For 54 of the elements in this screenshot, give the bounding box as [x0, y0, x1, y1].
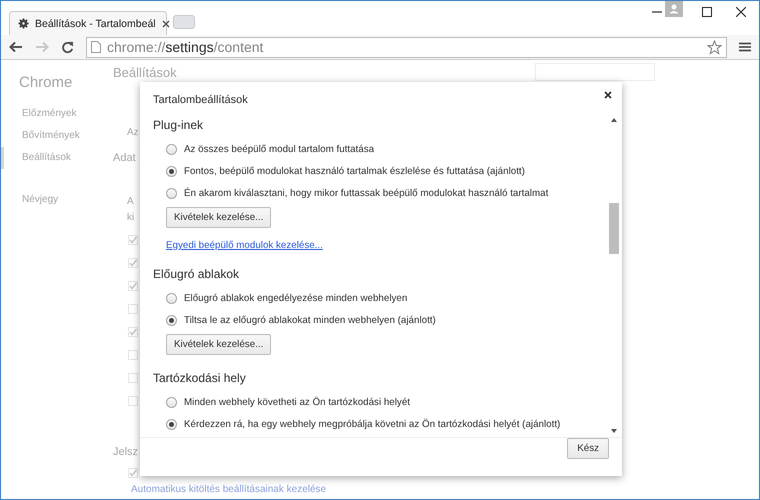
manage-exceptions-button[interactable]: Kivételek kezelése... — [166, 334, 272, 355]
scroll-up-arrow-icon[interactable] — [611, 118, 617, 122]
reload-icon[interactable] — [61, 40, 74, 54]
radio-button[interactable] — [166, 396, 177, 408]
dialog-title: Tartalombeállítások — [153, 94, 248, 106]
checkbox[interactable] — [128, 281, 138, 291]
browser-tab[interactable]: Beállítások - Tartalombeál — [9, 11, 167, 35]
page-heading: Beállítások — [113, 64, 177, 80]
option-label: Az összes beépülő modul tartalom futtatása — [184, 144, 374, 154]
address-bar[interactable]: chrome://settings/content — [86, 36, 727, 58]
checkbox[interactable] — [128, 396, 138, 406]
star-icon[interactable] — [707, 40, 722, 54]
gear-icon — [18, 18, 29, 29]
back-arrow-icon[interactable] — [9, 41, 23, 53]
close-icon[interactable] — [604, 91, 612, 99]
checkbox[interactable] — [128, 350, 138, 360]
checkbox[interactable] — [128, 468, 138, 478]
radio-button[interactable] — [166, 314, 177, 326]
section-heading: Jelsz — [113, 446, 138, 458]
scroll-down-arrow-icon[interactable] — [611, 429, 617, 433]
checkbox[interactable] — [128, 258, 138, 268]
option-label: Kérdezzen rá, ha egy webhely megpróbálja követni az Ön tartózkodási helyét (ajánlott) — [184, 418, 560, 430]
checkbox[interactable] — [128, 304, 138, 314]
scrollbar-thumb[interactable] — [609, 203, 619, 254]
radio-button[interactable] — [166, 292, 177, 304]
close-icon[interactable] — [736, 7, 746, 17]
radio-button[interactable] — [166, 166, 177, 176]
text-fragment: ki — [127, 212, 134, 223]
checkbox[interactable] — [128, 373, 138, 383]
option-label: Tiltsa le az előugró ablakokat minden webhelyen (ajánlott) — [184, 314, 436, 326]
section-title: Előugró ablakok — [153, 267, 240, 281]
text-fragment: A — [127, 196, 134, 207]
radio-button[interactable] — [166, 144, 177, 154]
option-label: Fontos, beépülő modulokat használó tartalmak észlelése és futtatása (ajánlott) — [184, 166, 525, 176]
section-title: Tartózkodási hely — [153, 371, 247, 385]
checkbox[interactable] — [128, 235, 138, 245]
maximize-icon[interactable] — [702, 7, 712, 17]
section-title: Plug-inek — [153, 118, 204, 132]
text-fragment: Az — [127, 127, 139, 138]
option-label: Előugró ablakok engedélyezése minden webhelyen — [184, 292, 408, 304]
close-icon[interactable] — [162, 20, 170, 28]
menu-icon[interactable] — [739, 42, 751, 52]
manage-exceptions-button[interactable]: Kivételek kezelése... — [166, 207, 272, 228]
page-icon — [91, 41, 101, 53]
brand-title: Chrome — [18, 74, 74, 91]
done-button[interactable]: Kész — [567, 438, 609, 459]
option-label: Én akarom kiválasztani, hogy mikor futtassak beépülő modulokat használó tartalmat — [184, 188, 548, 198]
section-heading: Adat — [113, 152, 136, 164]
radio-button[interactable] — [166, 418, 177, 430]
checkbox[interactable] — [128, 327, 138, 337]
radio-button[interactable] — [166, 188, 177, 198]
option-label: Minden webhely követheti az Ön tartózkodási helyét — [184, 396, 410, 408]
plugin-management-link[interactable]: Egyedi beépülő modulok kezelése... — [166, 240, 323, 251]
search-field[interactable] — [535, 63, 655, 81]
